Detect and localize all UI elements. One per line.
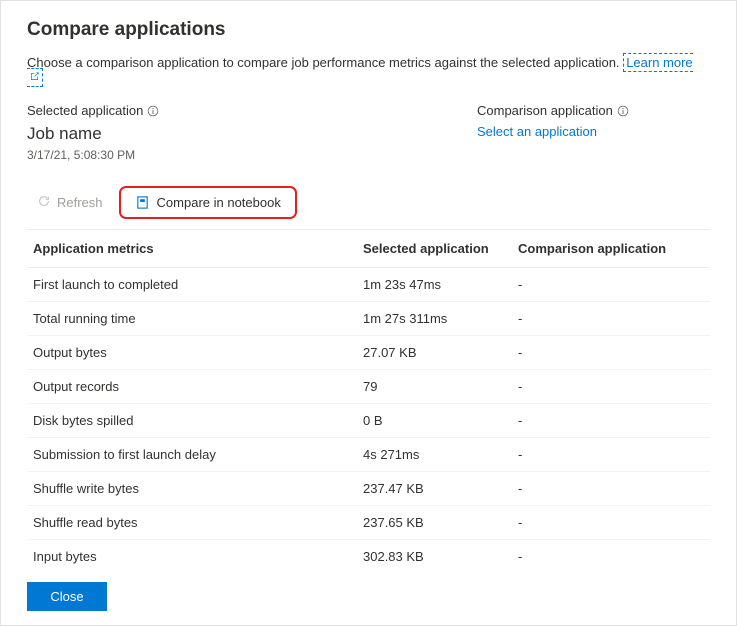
metric-name: Disk bytes spilled bbox=[27, 404, 357, 438]
col-header-selected: Selected application bbox=[357, 230, 512, 268]
metric-comparison-value: - bbox=[512, 540, 710, 569]
metric-comparison-value: - bbox=[512, 438, 710, 472]
metric-comparison-value: - bbox=[512, 336, 710, 370]
comparison-application-section: Comparison application Select an applica… bbox=[477, 103, 710, 174]
col-header-metric: Application metrics bbox=[27, 230, 357, 268]
selected-app-label: Selected application bbox=[27, 103, 477, 118]
metric-name: First launch to completed bbox=[27, 268, 357, 302]
metric-name: Output records bbox=[27, 370, 357, 404]
metric-selected-value: 1m 27s 311ms bbox=[357, 302, 512, 336]
compare-in-notebook-button[interactable]: Compare in notebook bbox=[119, 186, 297, 219]
metric-comparison-value: - bbox=[512, 472, 710, 506]
info-icon[interactable] bbox=[617, 105, 629, 117]
select-application-link[interactable]: Select an application bbox=[477, 124, 597, 139]
info-icon[interactable] bbox=[147, 105, 159, 117]
selected-application-section: Selected application Job name 3/17/21, 5… bbox=[27, 103, 477, 174]
job-name: Job name bbox=[27, 124, 477, 144]
metric-comparison-value: - bbox=[512, 506, 710, 540]
page-title: Compare applications bbox=[27, 19, 710, 41]
metric-comparison-value: - bbox=[512, 404, 710, 438]
table-row: Shuffle write bytes237.47 KB- bbox=[27, 472, 710, 506]
table-row: Shuffle read bytes237.65 KB- bbox=[27, 506, 710, 540]
table-row: Submission to first launch delay4s 271ms… bbox=[27, 438, 710, 472]
compare-label: Compare in notebook bbox=[157, 195, 281, 210]
table-row: Disk bytes spilled0 B- bbox=[27, 404, 710, 438]
metric-selected-value: 79 bbox=[357, 370, 512, 404]
metric-name: Output bytes bbox=[27, 336, 357, 370]
metric-selected-value: 237.65 KB bbox=[357, 506, 512, 540]
comparison-app-label-text: Comparison application bbox=[477, 103, 613, 118]
timestamp: 3/17/21, 5:08:30 PM bbox=[27, 148, 477, 162]
notebook-icon bbox=[135, 195, 150, 210]
metric-name: Total running time bbox=[27, 302, 357, 336]
table-row: Total running time1m 27s 311ms- bbox=[27, 302, 710, 336]
metric-name: Input bytes bbox=[27, 540, 357, 569]
external-link-icon bbox=[29, 70, 40, 85]
refresh-button: Refresh bbox=[27, 188, 113, 217]
comparison-app-label: Comparison application bbox=[477, 103, 710, 118]
col-header-comparison: Comparison application bbox=[512, 230, 710, 268]
description-text: Choose a comparison application to compa… bbox=[27, 55, 620, 70]
refresh-label: Refresh bbox=[57, 195, 103, 210]
refresh-icon bbox=[37, 194, 51, 211]
table-row: Output records79- bbox=[27, 370, 710, 404]
description: Choose a comparison application to compa… bbox=[27, 55, 710, 85]
metric-selected-value: 237.47 KB bbox=[357, 472, 512, 506]
metric-selected-value: 0 B bbox=[357, 404, 512, 438]
metric-name: Shuffle write bytes bbox=[27, 472, 357, 506]
close-button[interactable]: Close bbox=[27, 582, 107, 611]
toolbar: Refresh Compare in notebook bbox=[27, 186, 710, 229]
learn-more-label: Learn more bbox=[626, 55, 692, 70]
metric-comparison-value: - bbox=[512, 370, 710, 404]
footer: Close bbox=[1, 568, 736, 625]
metric-name: Shuffle read bytes bbox=[27, 506, 357, 540]
metric-selected-value: 27.07 KB bbox=[357, 336, 512, 370]
table-row: Input bytes302.83 KB- bbox=[27, 540, 710, 569]
metric-selected-value: 1m 23s 47ms bbox=[357, 268, 512, 302]
metrics-table: Application metrics Selected application… bbox=[27, 230, 710, 568]
selected-app-label-text: Selected application bbox=[27, 103, 143, 118]
metric-selected-value: 302.83 KB bbox=[357, 540, 512, 569]
metric-comparison-value: - bbox=[512, 268, 710, 302]
metric-name: Submission to first launch delay bbox=[27, 438, 357, 472]
metric-comparison-value: - bbox=[512, 302, 710, 336]
table-row: First launch to completed1m 23s 47ms- bbox=[27, 268, 710, 302]
metric-selected-value: 4s 271ms bbox=[357, 438, 512, 472]
table-row: Output bytes27.07 KB- bbox=[27, 336, 710, 370]
